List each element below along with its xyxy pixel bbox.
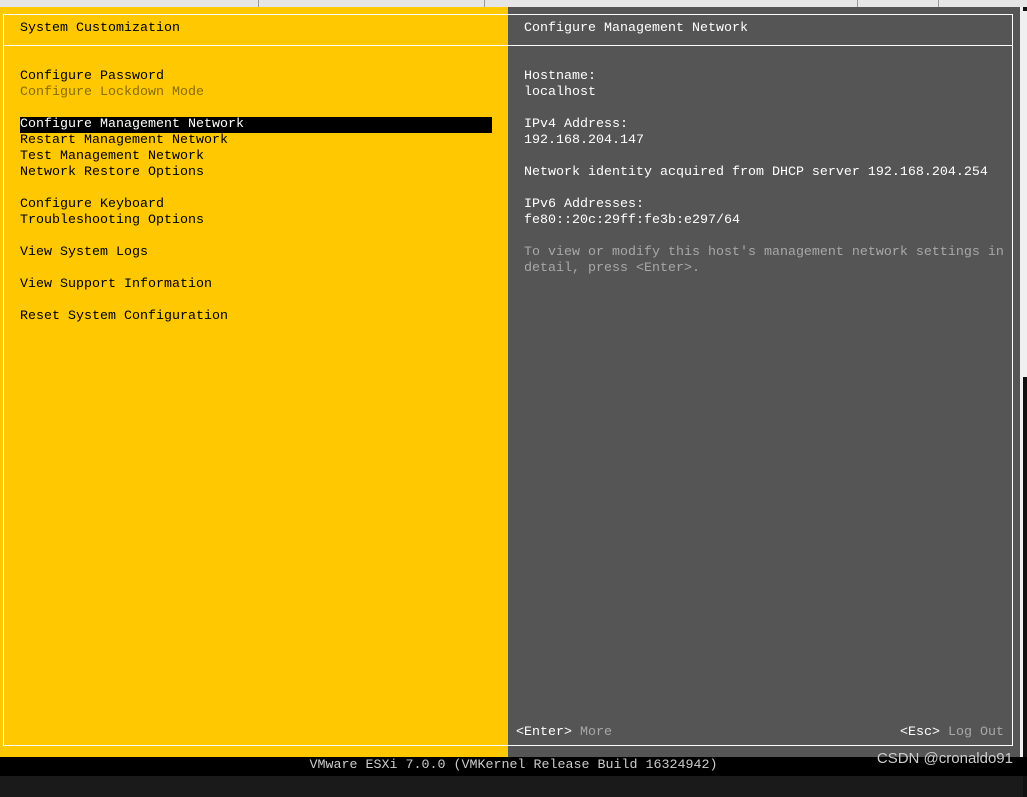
logout-label: Log Out [948, 725, 1004, 740]
menu-item-reset-system-configuration[interactable]: Reset System Configuration [20, 309, 228, 325]
window-top-strip [0, 0, 1027, 7]
menu-item-test-management-network[interactable]: Test Management Network [20, 149, 204, 165]
enter-more-action[interactable]: <Enter> More [516, 725, 612, 741]
watermark: CSDN @cronaldo91 [876, 750, 1013, 767]
menu-item-configure-password[interactable]: Configure Password [20, 69, 164, 85]
menu-item-view-support-information[interactable]: View Support Information [20, 277, 212, 293]
menu-item-configure-keyboard[interactable]: Configure Keyboard [20, 197, 164, 213]
menu-item-configure-management-network[interactable]: Configure Management Network [20, 117, 492, 133]
menu-item-configure-lockdown-mode[interactable]: Configure Lockdown Mode [20, 85, 204, 101]
detail-title: Configure Management Network [524, 21, 748, 36]
hostname-value: localhost [524, 85, 596, 100]
enter-key: <Enter> [516, 725, 572, 740]
ipv6-value: fe80::20c:29ff:fe3b:e297/64 [524, 213, 740, 228]
hint-line-2: detail, press <Enter>. [524, 261, 700, 276]
status-bar: VMware ESXi 7.0.0 (VMKernel Release Buil… [0, 757, 1027, 776]
ipv6-label: IPv6 Addresses: [524, 197, 644, 212]
menu-item-network-restore-options[interactable]: Network Restore Options [20, 165, 204, 181]
hostname-label: Hostname: [524, 69, 596, 84]
window-edge [1020, 7, 1027, 797]
menu-title: System Customization [20, 21, 180, 36]
menu-item-troubleshooting-options[interactable]: Troubleshooting Options [20, 213, 204, 229]
ipv4-label: IPv4 Address: [524, 117, 628, 132]
ipv4-value: 192.168.204.147 [524, 133, 644, 148]
dhcp-note: Network identity acquired from DHCP serv… [524, 165, 988, 180]
menu-item-restart-management-network[interactable]: Restart Management Network [20, 133, 228, 149]
more-label: More [580, 725, 612, 740]
header-divider [3, 45, 1013, 46]
esc-logout-action[interactable]: <Esc> Log Out [900, 725, 1004, 741]
esc-key: <Esc> [900, 725, 940, 740]
menu-item-view-system-logs[interactable]: View System Logs [20, 245, 148, 261]
hint-line-1: To view or modify this host's management… [524, 245, 1004, 260]
